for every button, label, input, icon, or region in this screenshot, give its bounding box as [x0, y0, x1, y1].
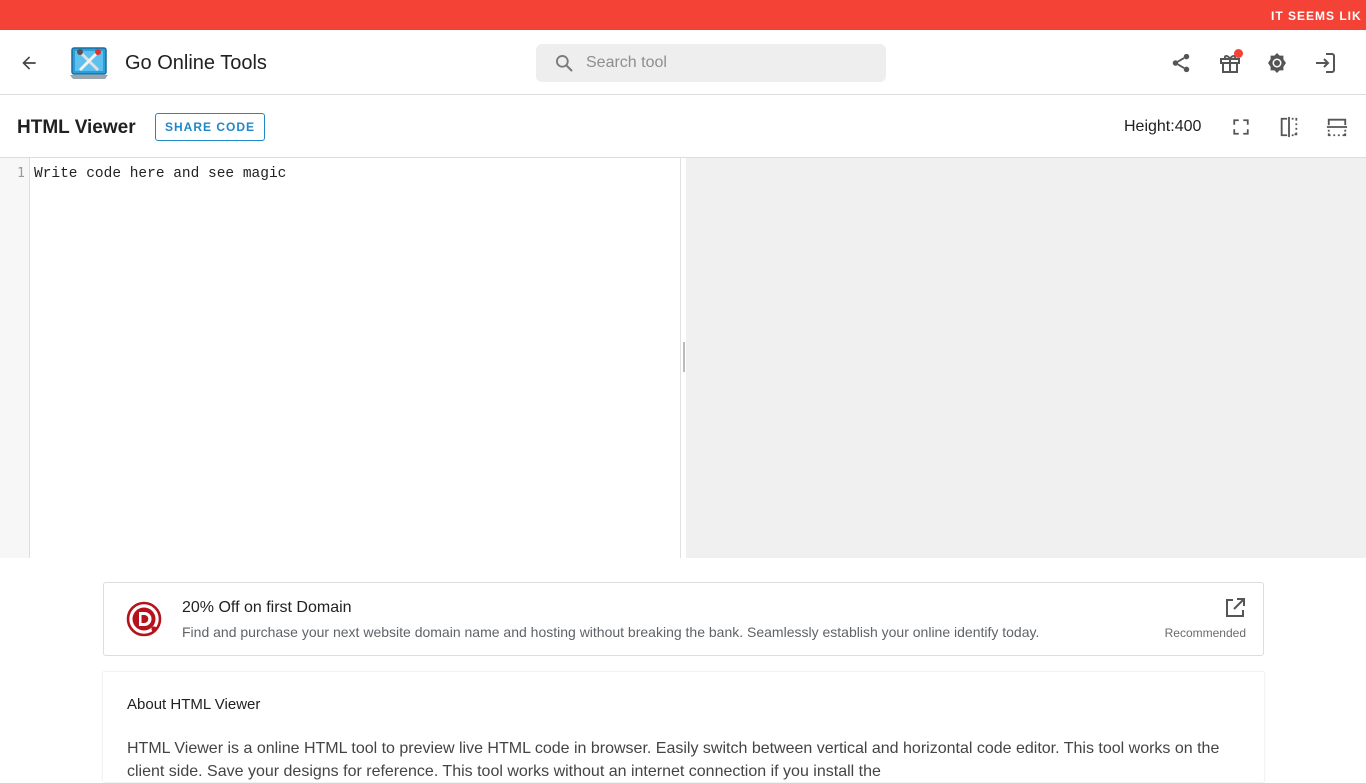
height-setting[interactable]: Height:400 [1124, 118, 1201, 136]
fullscreen-icon [1233, 119, 1249, 135]
share-button[interactable] [1166, 48, 1196, 78]
search-icon [556, 55, 573, 72]
height-label: Height: [1124, 118, 1175, 135]
search-bar [536, 44, 886, 82]
app-bar: Go Online Tools [0, 30, 1366, 95]
share-icon [1172, 53, 1190, 73]
about-section: About HTML Viewer HTML Viewer is a onlin… [103, 672, 1264, 782]
theme-button[interactable] [1262, 48, 1292, 78]
back-button[interactable] [14, 48, 44, 78]
height-value: 400 [1174, 118, 1202, 135]
line-number-gutter: 1 [0, 158, 30, 558]
preview-pane [686, 158, 1366, 558]
horizontal-split-icon [1326, 118, 1348, 137]
arrow-back-icon [22, 56, 36, 70]
code-editor[interactable]: Write code here and see magic [30, 158, 680, 558]
domain-logo-icon [126, 601, 162, 637]
page-title: HTML Viewer [17, 117, 136, 138]
vertical-split-button[interactable] [1274, 112, 1304, 142]
fullscreen-button[interactable] [1226, 112, 1256, 142]
editor-workspace: 1 Write code here and see magic [0, 158, 1366, 558]
banner-text: IT SEEMS LIK [1271, 9, 1362, 23]
login-button[interactable] [1310, 48, 1340, 78]
about-title: About HTML Viewer [127, 696, 261, 713]
login-icon [1316, 53, 1335, 73]
code-line[interactable]: Write code here and see magic [34, 166, 286, 182]
search-input[interactable] [586, 44, 876, 82]
about-text: HTML Viewer is a online HTML tool to pre… [127, 740, 1220, 780]
resizer-handle[interactable] [683, 342, 685, 372]
top-banner: IT SEEMS LIK [0, 0, 1366, 30]
horizontal-split-button[interactable] [1322, 112, 1352, 142]
promo-title[interactable]: 20% Off on first Domain [182, 599, 352, 617]
app-title: Go Online Tools [125, 52, 267, 74]
gift-button[interactable] [1215, 48, 1245, 78]
recommended-badge: Recommended [1164, 626, 1246, 640]
notification-dot [1234, 49, 1243, 58]
theme-icon [1268, 53, 1286, 73]
promo-card[interactable]: 20% Off on first Domain Find and purchas… [103, 582, 1264, 656]
vertical-split-icon [1280, 116, 1298, 138]
tool-toolbar: HTML Viewer SHARE CODE Height:400 [0, 95, 1366, 158]
line-number: 1 [17, 166, 25, 181]
share-code-button[interactable]: SHARE CODE [155, 113, 265, 141]
promo-description: Find and purchase your next website doma… [182, 624, 1040, 640]
app-logo [70, 47, 108, 79]
external-link-icon[interactable] [1223, 596, 1247, 620]
